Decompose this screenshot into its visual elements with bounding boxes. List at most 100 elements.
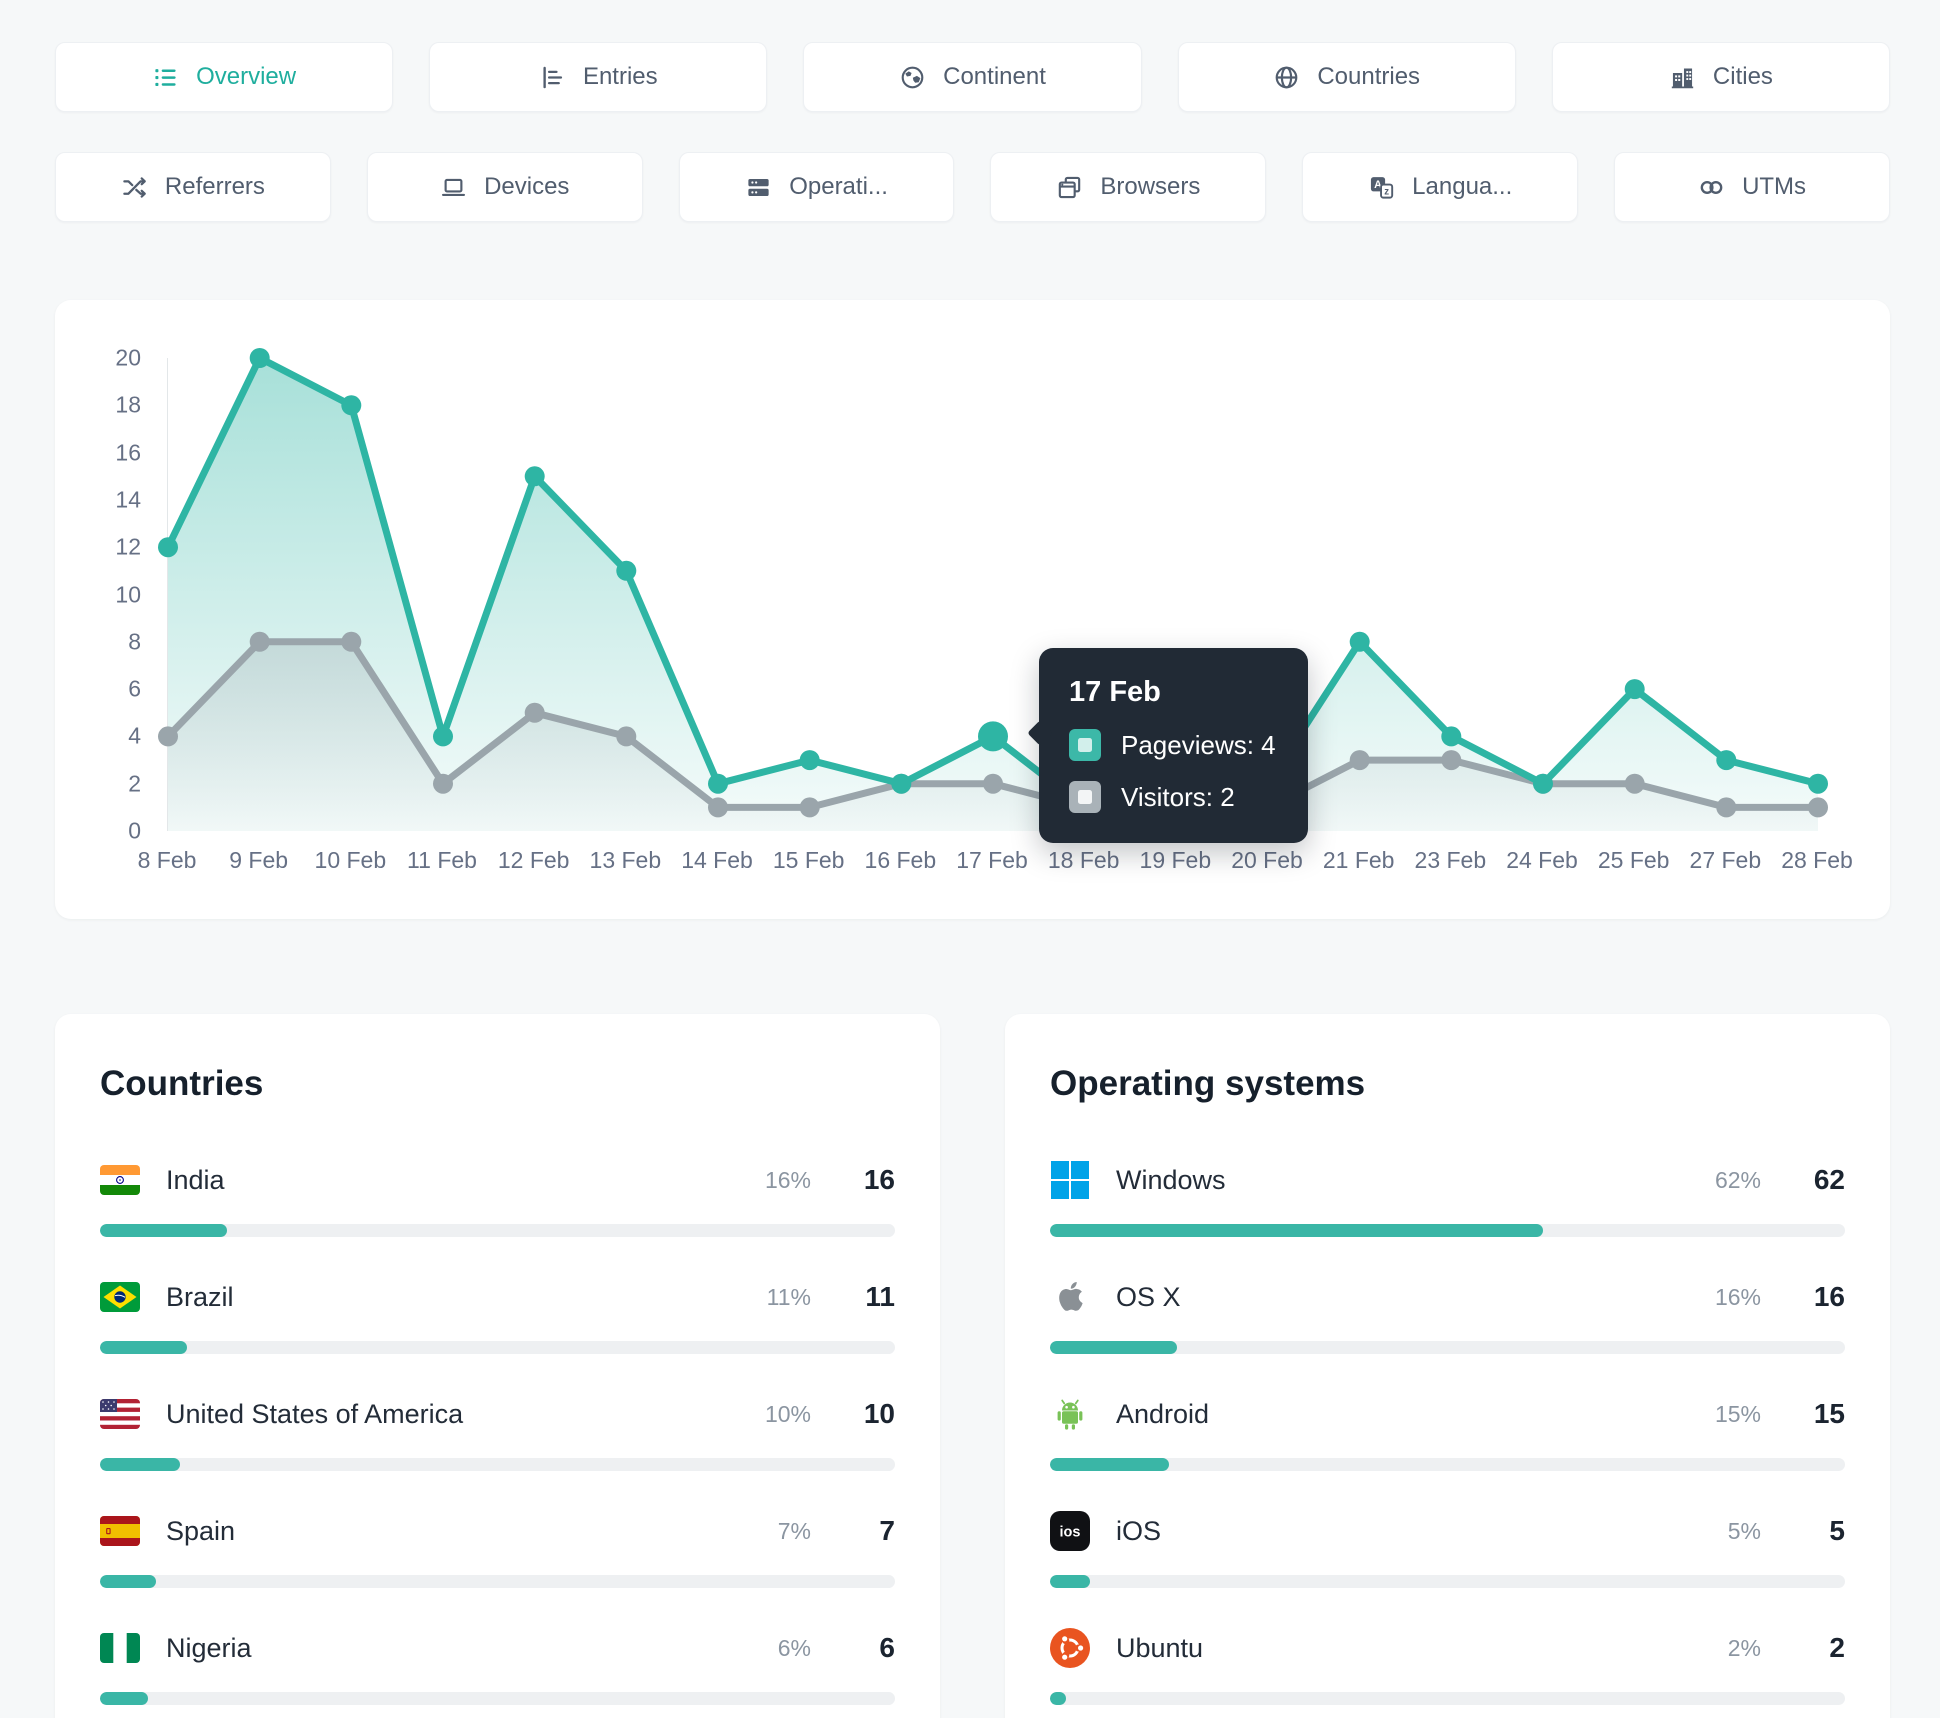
tab-overview[interactable]: Overview bbox=[55, 42, 394, 112]
chart-plot-area[interactable]: 17 Feb Pageviews: 4 Visitors: 2 bbox=[158, 348, 1828, 844]
pageviews-point bbox=[158, 537, 178, 558]
x-tick-label: 9 Feb bbox=[229, 847, 289, 873]
x-tick-label: 16 Feb bbox=[864, 847, 937, 873]
tab-countries[interactable]: Countries bbox=[1177, 42, 1516, 112]
tab-cities[interactable]: Cities bbox=[1551, 42, 1891, 112]
tab-label: Browsers bbox=[1100, 173, 1201, 200]
item-percent: 16% bbox=[1714, 1283, 1761, 1310]
apple-icon bbox=[1050, 1277, 1094, 1317]
pageviews-point bbox=[1716, 750, 1737, 771]
item-percent: 7% bbox=[777, 1517, 811, 1544]
visitors-point bbox=[799, 797, 820, 818]
pageviews-point bbox=[1441, 726, 1462, 747]
flag-nigeria-icon bbox=[100, 1633, 144, 1663]
tab-browsers[interactable]: Browsers bbox=[990, 152, 1267, 222]
tab-label: Devices bbox=[484, 173, 570, 200]
entries-icon bbox=[539, 64, 566, 91]
list-item-ios: ios iOS 5% 5 bbox=[1050, 1511, 1845, 1588]
item-value: 16 bbox=[1813, 1281, 1845, 1312]
progress-bar-fill bbox=[1050, 1575, 1090, 1588]
visitors-point bbox=[1808, 797, 1828, 818]
visitors-point bbox=[1441, 750, 1462, 771]
progress-bar-fill bbox=[1050, 1692, 1066, 1705]
x-tick-label: 11 Feb bbox=[407, 847, 477, 873]
item-name: OS X bbox=[1116, 1281, 1181, 1312]
item-value: 7 bbox=[879, 1515, 895, 1546]
list-item-os-x: OS X 16% 16 bbox=[1050, 1277, 1845, 1354]
item-value: 16 bbox=[863, 1164, 895, 1195]
visitors-point bbox=[1349, 750, 1370, 771]
ubuntu-icon bbox=[1050, 1628, 1094, 1668]
traffic-line-chart bbox=[158, 348, 1828, 831]
visitors-point bbox=[341, 631, 362, 652]
x-tick-label: 13 Feb bbox=[589, 847, 662, 873]
pageviews-point bbox=[708, 773, 728, 794]
tooltip-visitors-row: Visitors: 2 bbox=[1069, 781, 1276, 814]
tab-devices[interactable]: Devices bbox=[366, 152, 643, 222]
visitors-point bbox=[1624, 773, 1645, 794]
windows-icon bbox=[1050, 1160, 1094, 1200]
progress-bar-fill bbox=[1050, 1341, 1178, 1354]
y-tick-label: 2 bbox=[128, 770, 141, 797]
item-value: 6 bbox=[879, 1632, 895, 1663]
item-value: 2 bbox=[1829, 1632, 1845, 1663]
progress-bar bbox=[1050, 1224, 1845, 1237]
item-percent: 11% bbox=[766, 1283, 811, 1310]
y-tick-label: 18 bbox=[115, 391, 141, 418]
tab-label: Langua... bbox=[1412, 173, 1513, 200]
list-item-windows: Windows 62% 62 bbox=[1050, 1160, 1845, 1237]
pageviews-point bbox=[1624, 679, 1645, 700]
y-tick-label: 8 bbox=[128, 628, 141, 655]
tab-operati[interactable]: Operati... bbox=[678, 152, 955, 222]
x-tick-label: 25 Feb bbox=[1597, 847, 1670, 873]
progress-bar-fill bbox=[1050, 1224, 1543, 1237]
item-name: India bbox=[166, 1164, 225, 1195]
cities-icon bbox=[1669, 64, 1696, 91]
item-percent: 10% bbox=[764, 1400, 811, 1427]
flag-brazil-icon bbox=[100, 1282, 144, 1312]
x-tick-label: 10 Feb bbox=[314, 847, 387, 873]
tab-label: Continent bbox=[943, 63, 1046, 90]
progress-bar-fill bbox=[100, 1692, 148, 1705]
item-percent: 15% bbox=[1714, 1400, 1761, 1427]
x-tick-label: 19 Feb bbox=[1139, 847, 1212, 873]
tooltip-visitors-label: Visitors: 2 bbox=[1121, 781, 1235, 812]
pageviews-point bbox=[978, 721, 1008, 752]
visitors-point bbox=[616, 726, 637, 747]
tab-label: Countries bbox=[1317, 63, 1421, 90]
x-tick-label: 15 Feb bbox=[772, 847, 845, 873]
x-tick-label: 27 Feb bbox=[1689, 847, 1762, 873]
item-name: Ubuntu bbox=[1116, 1632, 1204, 1663]
visitors-point bbox=[524, 702, 545, 723]
laptop-icon bbox=[440, 174, 467, 201]
tab-langua[interactable]: Az Langua... bbox=[1302, 152, 1579, 222]
visitors-point bbox=[1716, 797, 1737, 818]
y-tick-label: 10 bbox=[115, 581, 141, 607]
tab-continent[interactable]: Continent bbox=[803, 42, 1142, 112]
svg-text:ios: ios bbox=[1060, 1525, 1081, 1541]
y-tick-label: 6 bbox=[128, 675, 141, 702]
countries-panel: Countries India 16% 16 Brazil 11% 11 Uni… bbox=[55, 1014, 940, 1718]
list-item-brazil: Brazil 11% 11 bbox=[100, 1277, 895, 1354]
y-tick-label: 16 bbox=[115, 439, 141, 466]
flag-india-icon bbox=[100, 1165, 144, 1195]
item-name: iOS bbox=[1116, 1515, 1162, 1546]
x-tick-label: 12 Feb bbox=[497, 847, 570, 873]
list-item-nigeria: Nigeria 6% 6 bbox=[100, 1628, 895, 1705]
pageviews-point bbox=[1533, 773, 1553, 794]
tab-entries[interactable]: Entries bbox=[429, 42, 768, 112]
visitors-legend-swatch bbox=[1069, 781, 1101, 814]
progress-bar bbox=[100, 1224, 895, 1237]
tab-bar-primary: Overview Entries Continent Countries Cities bbox=[55, 42, 1891, 112]
progress-bar bbox=[100, 1575, 895, 1588]
tab-referrers[interactable]: Referrers bbox=[55, 152, 331, 222]
x-tick-label: 8 Feb bbox=[137, 847, 197, 873]
list-item-united-states-of-america: United States of America 10% 10 bbox=[100, 1394, 895, 1471]
flag-usa-icon bbox=[100, 1399, 144, 1429]
operating-systems-panel-title: Operating systems bbox=[1050, 1064, 1366, 1103]
progress-bar-fill bbox=[100, 1575, 156, 1588]
tooltip-pageviews-row: Pageviews: 4 bbox=[1069, 729, 1276, 762]
tab-utms[interactable]: UTMs bbox=[1614, 152, 1890, 222]
visitors-point bbox=[708, 797, 728, 818]
visitors-point bbox=[983, 773, 1003, 794]
